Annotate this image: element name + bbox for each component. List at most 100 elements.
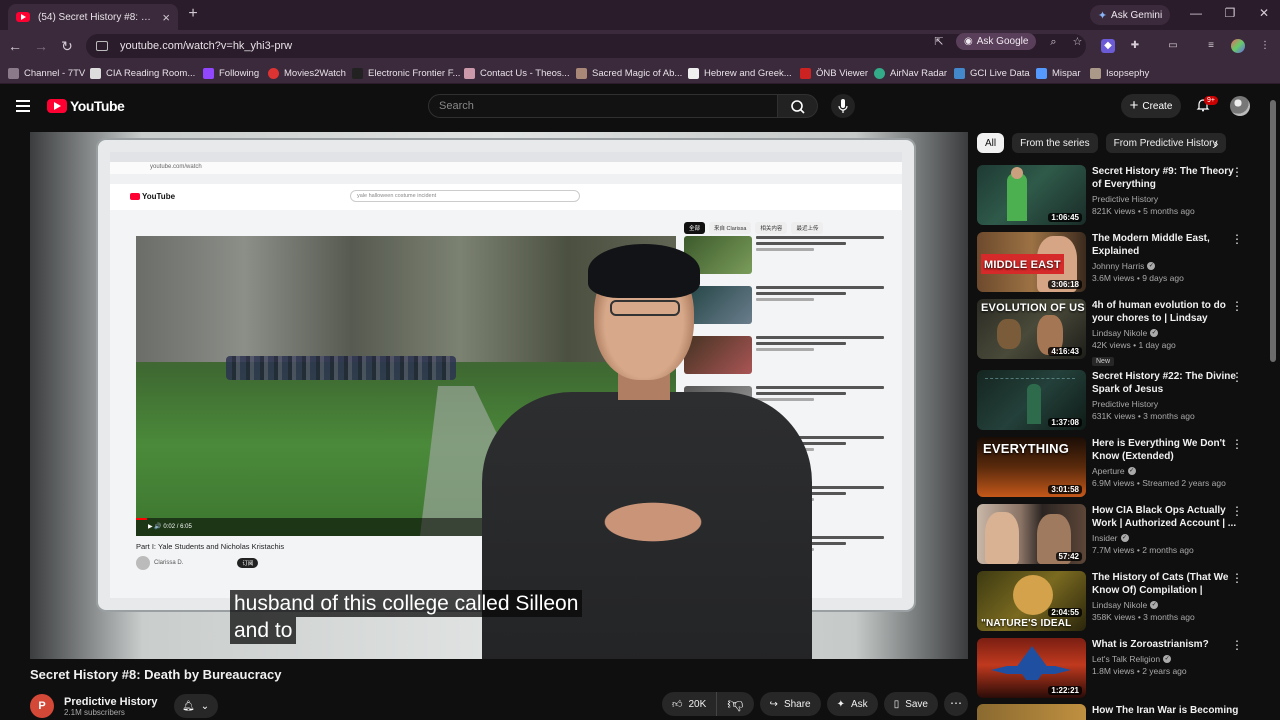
site-info-icon[interactable]: [96, 41, 108, 51]
video-title[interactable]: The Modern Middle East, Explained: [1092, 232, 1240, 258]
bookmark-item[interactable]: Hebrew and Greek...: [688, 65, 792, 81]
bookmark-item[interactable]: GCI Live Data: [954, 65, 1030, 81]
youtube-logo[interactable]: YouTube: [47, 98, 125, 114]
bookmark-item[interactable]: Following: [203, 65, 259, 81]
video-title[interactable]: What is Zoroastrianism?: [1092, 638, 1240, 651]
bookmark-item[interactable]: Isopsephy: [1090, 65, 1149, 81]
extensions-puzzle-icon[interactable]: ✚: [1128, 39, 1142, 53]
video-options-icon[interactable]: ⋮: [1231, 232, 1243, 246]
bookmark-item[interactable]: Mispar: [1036, 65, 1081, 81]
reload-icon[interactable]: ↻: [58, 37, 76, 55]
channel-name[interactable]: Johnny Harris: [1092, 261, 1144, 271]
share-button[interactable]: ↪ Share: [759, 692, 821, 716]
video-thumbnail[interactable]: "NATURE'S IDEAL 2:04:55: [977, 571, 1086, 631]
media-controls-icon[interactable]: ≡: [1204, 39, 1218, 53]
back-icon[interactable]: ←: [6, 37, 24, 55]
recommended-video[interactable]: 1:06:45 Secret History #9: The Theory of…: [977, 165, 1267, 225]
close-tab-icon[interactable]: ×: [162, 10, 170, 25]
zoom-icon[interactable]: ⌕: [1046, 35, 1060, 49]
channel-name[interactable]: Insider: [1092, 533, 1118, 543]
bookmark-item[interactable]: Channel - 7TV: [8, 65, 85, 81]
search-input[interactable]: Search: [428, 94, 778, 118]
video-title[interactable]: Secret History #22: The Divine Spark of …: [1092, 370, 1240, 396]
create-button[interactable]: + Create: [1121, 94, 1181, 118]
channel-name[interactable]: Predictive History: [1092, 399, 1158, 409]
video-options-icon[interactable]: ⋮: [1231, 370, 1243, 384]
bookmark-item[interactable]: ÖNB Viewer: [800, 65, 868, 81]
recommended-video[interactable]: 1:37:08 Secret History #22: The Divine S…: [977, 370, 1267, 430]
video-options-icon[interactable]: ⋮: [1231, 571, 1243, 585]
like-button[interactable]: 👍︎ 20K: [662, 692, 718, 716]
chip-from-predictive-history[interactable]: From Predictive History: [1105, 133, 1226, 153]
video-title[interactable]: The History of Cats (That We Know Of) Co…: [1092, 571, 1240, 597]
channel-name[interactable]: Let's Talk Religion: [1092, 654, 1160, 664]
video-thumbnail[interactable]: 57:42: [977, 504, 1086, 564]
tab-search-icon[interactable]: ▭: [1166, 39, 1180, 53]
video-options-icon[interactable]: ⋮: [1231, 299, 1243, 313]
video-thumbnail[interactable]: 1:37:08: [977, 370, 1086, 430]
video-thumbnail[interactable]: [977, 704, 1086, 720]
forward-icon[interactable]: →: [32, 37, 50, 55]
page-scrollbar[interactable]: [1270, 100, 1276, 362]
chevron-right-icon[interactable]: ›: [1214, 136, 1218, 151]
search-button[interactable]: [778, 94, 818, 118]
chip-from-the-series[interactable]: From the series: [1012, 133, 1098, 153]
account-avatar[interactable]: [1230, 96, 1250, 116]
bookmark-item[interactable]: CIA Reading Room...: [90, 65, 195, 81]
video-thumbnail[interactable]: EVERYTHING 3:01:58: [977, 437, 1086, 497]
recommended-video[interactable]: 1:22:21 What is Zoroastrianism? Let's Ta…: [977, 638, 1267, 698]
recommended-video[interactable]: EVOLUTION OF US 4:16:43 4h of human evol…: [977, 299, 1267, 366]
video-title[interactable]: How CIA Black Ops Actually Work | Author…: [1092, 504, 1240, 530]
browser-menu-icon[interactable]: ⋮: [1258, 39, 1272, 53]
chip-all[interactable]: All: [977, 133, 1005, 153]
channel-avatar[interactable]: P: [30, 694, 54, 718]
close-window-icon[interactable]: ✕: [1254, 6, 1274, 20]
more-actions-icon[interactable]: ⋯: [944, 692, 968, 716]
video-options-icon[interactable]: ⋮: [1231, 638, 1243, 652]
extension-shield-icon[interactable]: ◆: [1101, 39, 1115, 53]
video-title[interactable]: 4h of human evolution to do your chores …: [1092, 299, 1240, 325]
menu-icon[interactable]: [16, 100, 30, 112]
video-thumbnail[interactable]: EVOLUTION OF US 4:16:43: [977, 299, 1086, 359]
video-thumbnail[interactable]: MIDDLE EAST 3:06:18: [977, 232, 1086, 292]
channel-name[interactable]: Lindsay Nikole: [1092, 600, 1147, 610]
video-thumbnail[interactable]: 1:06:45: [977, 165, 1086, 225]
subscription-bell-button[interactable]: 🔔︎ ⌄: [173, 694, 218, 718]
profile-avatar-icon[interactable]: [1231, 39, 1245, 53]
video-thumbnail[interactable]: 1:22:21: [977, 638, 1086, 698]
recommended-video[interactable]: 57:42 How CIA Black Ops Actually Work | …: [977, 504, 1267, 564]
dislike-button[interactable]: 👎︎: [717, 692, 753, 716]
ask-gemini-button[interactable]: ✦ Ask Gemini: [1090, 5, 1170, 25]
video-title[interactable]: Secret History #9: The Theory of Everyth…: [1092, 165, 1240, 191]
channel-name[interactable]: Aperture: [1092, 466, 1125, 476]
video-title[interactable]: How The Iran War is Becoming: [1092, 704, 1240, 717]
bookmark-item[interactable]: AirNav Radar: [874, 65, 947, 81]
ask-button[interactable]: ✦ Ask: [826, 692, 878, 716]
browser-tab-active[interactable]: (54) Secret History #8: Death by ×: [8, 4, 178, 30]
channel-name[interactable]: Predictive History: [64, 696, 158, 708]
ask-google-button[interactable]: ◉ Ask Google: [956, 33, 1037, 50]
video-options-icon[interactable]: ⋮: [1231, 504, 1243, 518]
video-player[interactable]: youtube.com/watch YouTube yale halloween …: [30, 132, 968, 659]
bookmark-star-icon[interactable]: ☆: [1070, 35, 1084, 49]
save-button[interactable]: ▯ Save: [883, 692, 938, 716]
new-tab-button[interactable]: +: [184, 5, 202, 23]
maximize-icon[interactable]: ❐: [1220, 6, 1240, 20]
video-title[interactable]: Here is Everything We Don't Know (Extend…: [1092, 437, 1240, 463]
bookmark-item[interactable]: Sacred Magic of Ab...: [576, 65, 682, 81]
recommended-video[interactable]: How The Iran War is Becoming: [977, 704, 1267, 720]
bookmark-item[interactable]: Movies2Watch: [268, 65, 346, 81]
channel-name[interactable]: Lindsay Nikole: [1092, 328, 1147, 338]
video-options-icon[interactable]: ⋮: [1231, 437, 1243, 451]
recommended-video[interactable]: "NATURE'S IDEAL 2:04:55 The History of C…: [977, 571, 1267, 631]
browser-toolbar: ← → ↻ youtube.com/watch?v=hk_yhi3-prw ⇱ …: [0, 30, 1280, 62]
minimize-icon[interactable]: —: [1186, 6, 1206, 20]
install-app-icon[interactable]: ⇱: [932, 35, 946, 49]
recommended-video[interactable]: EVERYTHING 3:01:58 Here is Everything We…: [977, 437, 1267, 497]
voice-search-button[interactable]: [831, 94, 855, 118]
bookmark-item[interactable]: Electronic Frontier F...: [352, 65, 460, 81]
video-options-icon[interactable]: ⋮: [1231, 165, 1243, 179]
recommended-video[interactable]: MIDDLE EAST 3:06:18 The Modern Middle Ea…: [977, 232, 1267, 292]
channel-name[interactable]: Predictive History: [1092, 194, 1158, 204]
bookmark-item[interactable]: Contact Us - Theos...: [464, 65, 570, 81]
